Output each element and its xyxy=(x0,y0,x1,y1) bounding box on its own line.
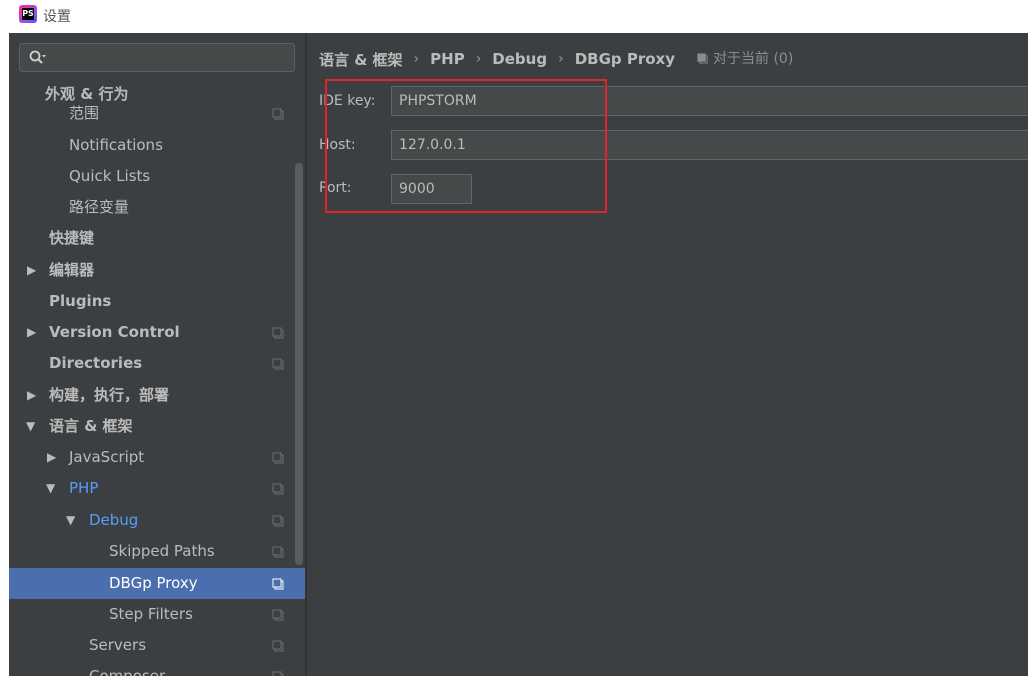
sidebar-item-label: Skipped Paths xyxy=(109,542,215,560)
sidebar-item-build-execution-deployment[interactable]: ▶ 构建，执行，部署 xyxy=(9,380,305,411)
sidebar-item-version-control[interactable]: ▶ Version Control xyxy=(9,317,305,348)
project-copy-icon xyxy=(272,358,284,370)
project-copy-icon xyxy=(272,671,284,676)
expand-arrow-icon[interactable]: ▶ xyxy=(27,255,36,286)
project-copy-icon xyxy=(697,52,708,64)
expand-arrow-icon[interactable]: ▶ xyxy=(47,442,56,473)
project-copy-icon xyxy=(272,452,284,464)
sidebar-item-skipped-paths[interactable]: Skipped Paths xyxy=(9,536,305,567)
logo-text: PS xyxy=(22,8,34,20)
project-copy-icon xyxy=(272,108,284,120)
project-copy-icon xyxy=(272,578,284,590)
breadcrumb-separator: › xyxy=(413,51,420,67)
settings-search-input[interactable] xyxy=(19,43,295,72)
project-copy-icon xyxy=(272,640,284,652)
expand-arrow-icon[interactable]: ▶ xyxy=(27,317,36,348)
collapse-arrow-icon[interactable]: ▼ xyxy=(26,411,35,442)
sidebar-item-path-variables[interactable]: 路径变量 xyxy=(9,192,305,223)
red-highlight-box xyxy=(325,79,607,213)
collapse-arrow-icon[interactable]: ▼ xyxy=(46,473,55,504)
current-project-label: 对于当前 (0) xyxy=(713,51,794,67)
sidebar-item-label: DBGp Proxy xyxy=(109,574,198,592)
sidebar-item-php[interactable]: ▼ PHP xyxy=(9,473,305,504)
settings-sidebar: 外观 & 行为 范围 Notifications Quick Lists 路径变… xyxy=(9,33,305,676)
sidebar-item-step-filters[interactable]: Step Filters xyxy=(9,599,305,630)
sidebar-item-label: Notifications xyxy=(69,136,163,154)
project-copy-icon xyxy=(272,327,284,339)
current-project-scope: 对于当前 (0) xyxy=(697,48,793,68)
sidebar-item-label: Directories xyxy=(49,354,143,372)
left-edge xyxy=(0,33,9,676)
sidebar-item-keymap[interactable]: 快捷键 xyxy=(9,223,305,254)
sidebar-item-directories[interactable]: Directories xyxy=(9,348,305,379)
sidebar-item-editor[interactable]: ▶ 编辑器 xyxy=(9,255,305,286)
sidebar-item-label: Debug xyxy=(89,511,139,529)
settings-content-panel: 语言 & 框架 › PHP › Debug › DBGp Proxy 对于当前 … xyxy=(307,33,1028,676)
phpstorm-logo-icon: PS xyxy=(19,5,37,23)
sidebar-item-label: 路径变量 xyxy=(69,198,130,216)
title-bar: PS 设置 xyxy=(0,0,1028,33)
search-icon[interactable] xyxy=(28,49,46,67)
project-copy-icon xyxy=(272,515,284,527)
sidebar-item-plugins[interactable]: Plugins xyxy=(9,286,305,317)
collapse-arrow-icon[interactable]: ▼ xyxy=(66,505,75,536)
project-copy-icon xyxy=(272,546,284,558)
sidebar-item-label: Version Control xyxy=(49,323,180,341)
sidebar-item-label: Quick Lists xyxy=(69,167,151,185)
sidebar-item-label: 快捷键 xyxy=(49,229,95,247)
sidebar-item-label: 构建，执行，部署 xyxy=(49,386,170,404)
breadcrumb-separator: › xyxy=(475,51,482,67)
project-copy-icon xyxy=(272,483,284,495)
sidebar-item-label: 语言 & 框架 xyxy=(49,417,133,435)
sidebar-item-label: Plugins xyxy=(49,292,112,310)
sidebar-item-languages-frameworks[interactable]: ▼ 语言 & 框架 xyxy=(9,411,305,442)
breadcrumb-item-php[interactable]: PHP xyxy=(430,50,465,68)
breadcrumb-item-debug[interactable]: Debug xyxy=(492,50,547,68)
sidebar-item-label: JavaScript xyxy=(69,448,145,466)
breadcrumb-item-dbgp-proxy: DBGp Proxy xyxy=(574,50,675,68)
sidebar-item-label: PHP xyxy=(69,479,99,497)
sidebar-item-notifications[interactable]: Notifications xyxy=(9,130,305,161)
breadcrumb-separator: › xyxy=(558,51,564,67)
sidebar-item-dbgp-proxy[interactable]: DBGp Proxy xyxy=(9,568,305,599)
expand-arrow-icon[interactable]: ▶ xyxy=(27,380,36,411)
sidebar-item-quick-lists[interactable]: Quick Lists xyxy=(9,161,305,192)
sidebar-item-scopes[interactable]: 范围 xyxy=(9,98,305,129)
sidebar-item-composer[interactable]: Composer xyxy=(9,661,305,676)
sidebar-item-label: 编辑器 xyxy=(49,261,95,279)
sidebar-item-debug[interactable]: ▼ Debug xyxy=(9,505,305,536)
project-copy-icon xyxy=(272,609,284,621)
sidebar-item-javascript[interactable]: ▶ JavaScript xyxy=(9,442,305,473)
breadcrumb-item-languages-frameworks[interactable]: 语言 & 框架 xyxy=(319,49,403,70)
sidebar-item-label: 范围 xyxy=(69,104,100,122)
breadcrumb: 语言 & 框架 › PHP › Debug › DBGp Proxy xyxy=(319,47,675,71)
sidebar-item-label: Servers xyxy=(89,636,147,654)
sidebar-item-label: Composer xyxy=(89,667,166,676)
sidebar-item-label: Step Filters xyxy=(109,605,193,623)
window-title: 设置 xyxy=(43,9,71,25)
sidebar-item-servers[interactable]: Servers xyxy=(9,630,305,661)
sidebar-scrollbar[interactable] xyxy=(295,163,303,565)
